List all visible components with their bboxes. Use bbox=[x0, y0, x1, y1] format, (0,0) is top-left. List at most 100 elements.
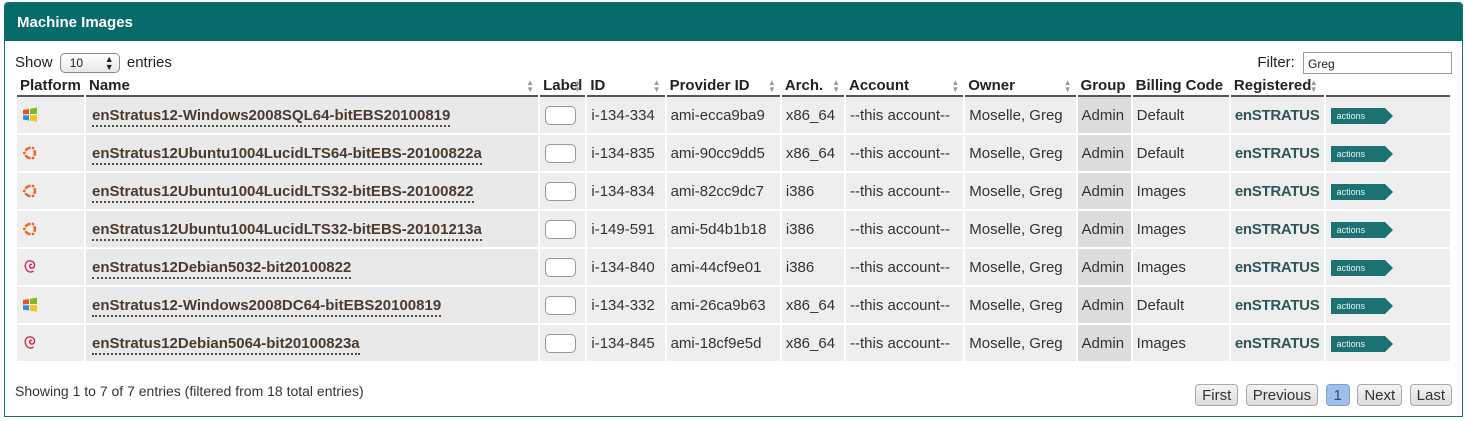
label-cell bbox=[540, 135, 586, 173]
image-name-link[interactable]: enStratus12-Windows2008DC64-bitEBS201008… bbox=[92, 296, 442, 317]
registered-cell: enSTRATUS bbox=[1230, 249, 1324, 287]
col-header-owner[interactable]: Owner ▲ ▼ bbox=[965, 76, 1076, 97]
image-name-link[interactable]: enStratus12Ubuntu1004LucidLTS64-bitEBS-2… bbox=[92, 144, 482, 165]
account-cell: --this account-- bbox=[845, 249, 964, 287]
col-header-name[interactable]: Name ▲ ▼ bbox=[86, 76, 539, 97]
table-row[interactable]: enStratus12Ubuntu1004LucidLTS32-bitEBS-2… bbox=[17, 211, 1450, 249]
billing-code-cell: Images bbox=[1132, 173, 1229, 211]
entries-per-page-value: 10 bbox=[69, 56, 84, 70]
machine-images-table: Platform Name ▲ ▼ Label ▲ ▼ ID ▲ ▼ Provider ID… bbox=[15, 76, 1452, 363]
sort-icon: ▲ ▼ bbox=[951, 78, 960, 94]
col-header-account-label: Account bbox=[848, 77, 909, 94]
ubuntu-icon bbox=[21, 144, 39, 161]
label-cell bbox=[540, 97, 586, 135]
next-page-button[interactable]: Next bbox=[1357, 384, 1403, 406]
actions-button[interactable]: actions bbox=[1330, 336, 1393, 352]
provider-id-cell: ami-90cc9dd5 bbox=[666, 135, 780, 173]
first-page-button[interactable]: First bbox=[1195, 384, 1239, 406]
actions-cell: actions bbox=[1325, 135, 1450, 173]
col-header-platform[interactable]: Platform bbox=[17, 76, 84, 97]
col-header-registered-label: Registered bbox=[1233, 77, 1312, 94]
owner-cell: Moselle, Greg bbox=[965, 97, 1076, 135]
billing-code-cell: Images bbox=[1132, 249, 1229, 287]
image-name-link[interactable]: enStratus12Ubuntu1004LucidLTS32-bitEBS-2… bbox=[92, 220, 482, 241]
entries-per-page-select[interactable]: 10 ▲ ▼ bbox=[59, 53, 120, 73]
account-cell: --this account-- bbox=[845, 287, 964, 325]
actions-cell: actions bbox=[1325, 97, 1450, 135]
registered-cell: enSTRATUS bbox=[1230, 135, 1324, 173]
group-cell: Admin bbox=[1077, 325, 1131, 363]
table-row[interactable]: enStratus12Ubuntu1004LucidLTS32-bitEBS-2… bbox=[17, 173, 1450, 211]
col-header-billing-code[interactable]: Billing Code bbox=[1132, 76, 1229, 97]
account-cell: --this account-- bbox=[845, 173, 964, 211]
windows-icon bbox=[21, 106, 39, 123]
last-page-button[interactable]: Last bbox=[1409, 384, 1452, 406]
account-cell: --this account-- bbox=[845, 97, 964, 135]
platform-cell bbox=[17, 135, 84, 173]
label-button[interactable] bbox=[545, 219, 577, 239]
col-header-provider-id[interactable]: Provider ID ▲ ▼ bbox=[666, 76, 780, 97]
current-page-button[interactable]: 1 bbox=[1325, 384, 1350, 406]
table-header-row: Platform Name ▲ ▼ Label ▲ ▼ ID ▲ ▼ Provider ID… bbox=[17, 76, 1450, 97]
label-button[interactable] bbox=[545, 143, 577, 163]
col-header-label[interactable]: Label ▲ ▼ bbox=[540, 76, 586, 97]
col-header-account[interactable]: Account ▲ ▼ bbox=[845, 76, 964, 97]
enstratus-logo: enSTRATUS bbox=[1234, 182, 1320, 200]
table-info: Showing 1 to 7 of 7 entries (filtered fr… bbox=[15, 383, 364, 399]
panel-title: Machine Images bbox=[5, 3, 1462, 41]
actions-button[interactable]: actions bbox=[1330, 260, 1393, 276]
arch-cell: i386 bbox=[781, 173, 844, 211]
actions-button[interactable]: actions bbox=[1330, 146, 1393, 162]
actions-button[interactable]: actions bbox=[1330, 184, 1393, 200]
sort-icon: ▲ ▼ bbox=[1309, 78, 1318, 94]
account-cell: --this account-- bbox=[845, 135, 964, 173]
previous-page-button[interactable]: Previous bbox=[1245, 384, 1319, 406]
name-cell: enStratus12Debian5032-bit20100822 bbox=[86, 249, 539, 287]
actions-button[interactable]: actions bbox=[1330, 222, 1393, 238]
name-cell: enStratus12-Windows2008DC64-bitEBS201008… bbox=[86, 287, 539, 325]
machine-images-panel: Machine Images Show 10 ▲ ▼ entries Filter… bbox=[4, 2, 1463, 417]
sort-icon: ▲ ▼ bbox=[832, 78, 840, 94]
arch-cell: x86_64 bbox=[781, 325, 844, 363]
registered-cell: enSTRATUS bbox=[1230, 325, 1324, 363]
provider-id-cell: ami-26ca9b63 bbox=[666, 287, 780, 325]
label-button[interactable] bbox=[545, 295, 577, 315]
platform-cell bbox=[17, 97, 84, 135]
col-header-arch[interactable]: Arch. ▲ ▼ bbox=[781, 76, 844, 97]
table-row[interactable]: enStratus12Debian5032-bit20100822 i-134-… bbox=[17, 249, 1450, 287]
name-cell: enStratus12Ubuntu1004LucidLTS64-bitEBS-2… bbox=[86, 135, 539, 173]
col-header-group[interactable]: Group bbox=[1077, 76, 1131, 97]
col-header-registered[interactable]: Registered ▲ ▼ bbox=[1230, 76, 1324, 97]
label-button[interactable] bbox=[545, 333, 577, 353]
label-button[interactable] bbox=[545, 181, 577, 201]
account-cell: --this account-- bbox=[845, 325, 964, 363]
table-row[interactable]: enStratus12Debian5064-bit20100823a i-134… bbox=[17, 325, 1450, 363]
col-header-id[interactable]: ID ▲ ▼ bbox=[587, 76, 665, 97]
name-cell: enStratus12Ubuntu1004LucidLTS32-bitEBS-2… bbox=[86, 211, 539, 249]
show-label: Show bbox=[15, 53, 53, 71]
image-name-link[interactable]: enStratus12Debian5064-bit20100823a bbox=[92, 334, 360, 355]
filter-control: Filter: Greg bbox=[1257, 52, 1452, 74]
account-cell: --this account-- bbox=[845, 211, 964, 249]
table-row[interactable]: enStratus12-Windows2008DC64-bitEBS201008… bbox=[17, 287, 1450, 325]
label-button[interactable] bbox=[545, 257, 577, 277]
table-row[interactable]: enStratus12Ubuntu1004LucidLTS64-bitEBS-2… bbox=[17, 135, 1450, 173]
entries-label: entries bbox=[126, 53, 172, 71]
image-name-link[interactable]: enStratus12Debian5032-bit20100822 bbox=[92, 258, 352, 279]
arch-cell: x86_64 bbox=[781, 287, 844, 325]
image-name-link[interactable]: enStratus12-Windows2008SQL64-bitEBS20100… bbox=[92, 106, 451, 127]
id-cell: i-134-334 bbox=[587, 97, 665, 135]
enstratus-logo: enSTRATUS bbox=[1234, 144, 1320, 162]
actions-button[interactable]: actions bbox=[1330, 298, 1393, 314]
sort-icon: ▲ ▼ bbox=[1063, 78, 1072, 94]
group-cell: Admin bbox=[1077, 211, 1131, 249]
filter-input[interactable]: Greg bbox=[1303, 52, 1452, 74]
col-header-name-label: Name bbox=[89, 77, 130, 94]
actions-button[interactable]: actions bbox=[1330, 108, 1393, 124]
label-cell bbox=[540, 173, 586, 211]
label-button[interactable] bbox=[545, 105, 577, 125]
sort-icon: ▲ ▼ bbox=[526, 78, 535, 94]
image-name-link[interactable]: enStratus12Ubuntu1004LucidLTS32-bitEBS-2… bbox=[92, 182, 474, 203]
table-row[interactable]: enStratus12-Windows2008SQL64-bitEBS20100… bbox=[17, 97, 1450, 135]
pagination: First Previous 1 Next Last bbox=[1192, 384, 1452, 406]
